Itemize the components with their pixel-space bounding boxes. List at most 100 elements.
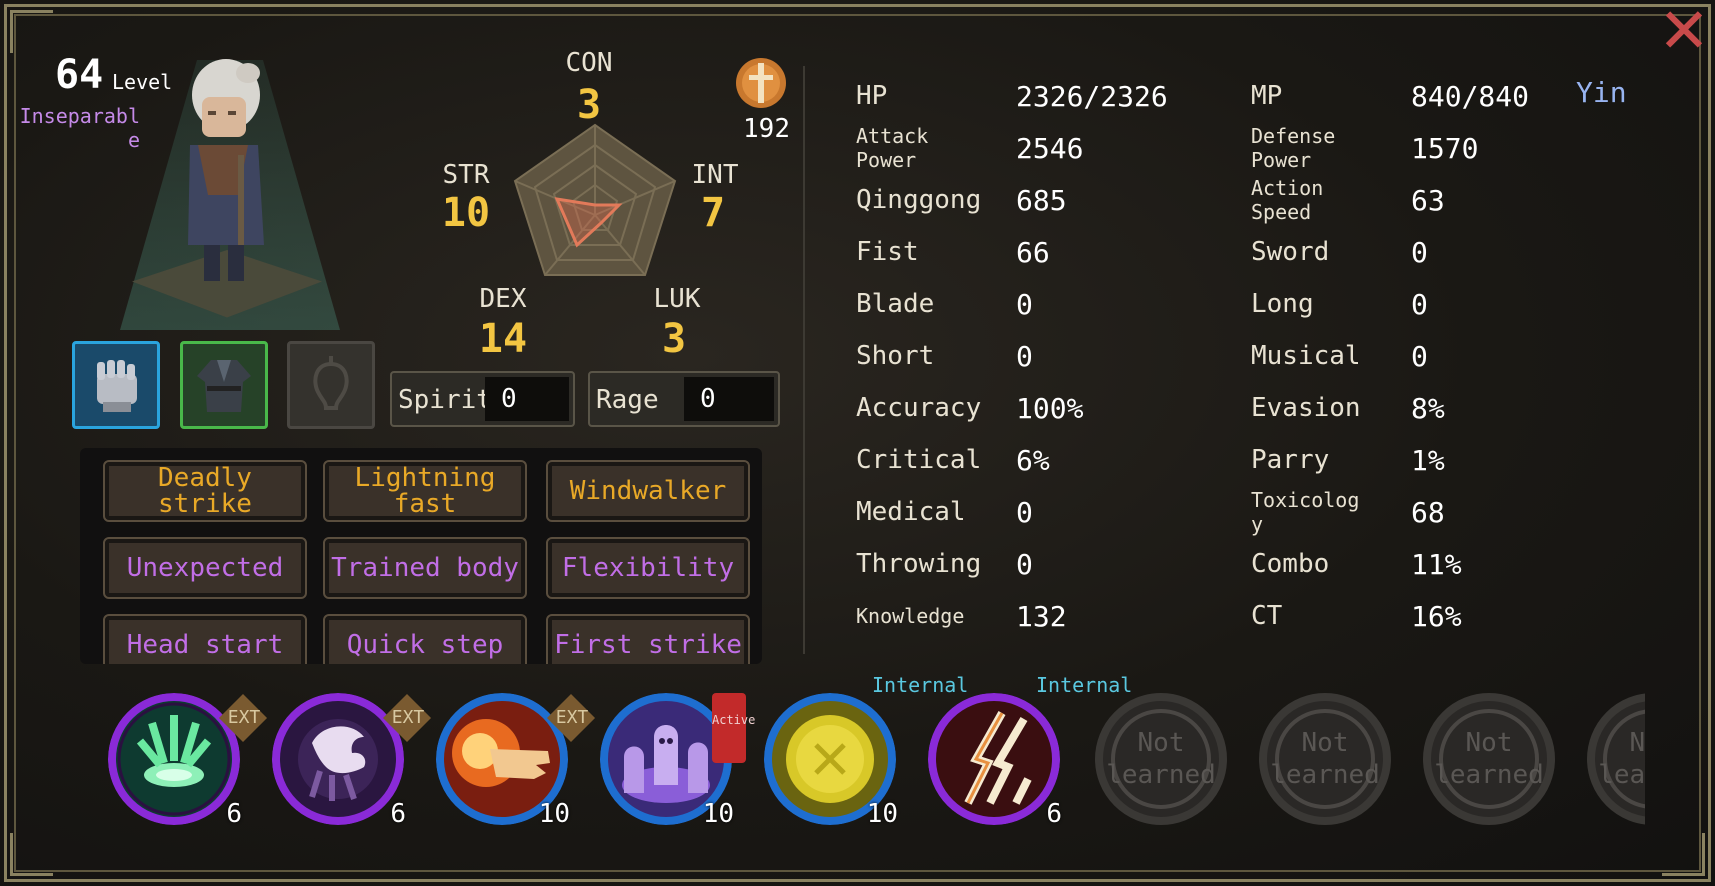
stat-value-musical: 0 (1411, 340, 1428, 373)
stat-value-blade: 0 (1016, 288, 1033, 321)
skill-slot-empty-partial: Not learned (1587, 693, 1645, 833)
character-level: 64 (55, 52, 104, 98)
skill-level: 6 (1046, 799, 1062, 829)
skill-slot-6[interactable]: Internal 6 (928, 673, 1132, 829)
level-label: Level (112, 70, 173, 94)
stat-label-blade: Blade (856, 289, 935, 319)
stat-value-toxicology: 68 (1411, 496, 1445, 529)
rage-value: 0 (684, 377, 774, 421)
trait-windwalker[interactable]: Windwalker (546, 460, 750, 522)
skill-slot-2[interactable]: EXT 6 (272, 693, 432, 829)
stat-value-evasion: 8% (1411, 392, 1445, 425)
internal-badge: Internal (872, 673, 969, 697)
stat-value-medical: 0 (1016, 496, 1033, 529)
stat-label-sword: Sword (1251, 237, 1330, 267)
stat-value-defense-power: 1570 (1411, 132, 1479, 165)
attribute-radar-chart (513, 123, 677, 276)
stat-value-critical: 6% (1016, 444, 1050, 477)
stat-value-short: 0 (1016, 340, 1033, 373)
stat-label-musical: Musical (1251, 341, 1361, 371)
stat-value-attack-power: 2546 (1016, 132, 1084, 165)
stat-label-qinggong: Qinggong (856, 185, 982, 215)
trait-first-strike[interactable]: First strike (546, 614, 750, 664)
stat-luk-value: 3 (661, 316, 687, 362)
stat-value-throwing: 0 (1016, 548, 1033, 581)
ext-badge: EXT (218, 693, 270, 745)
rage-label: Rage (596, 385, 659, 415)
stat-value-parry: 1% (1411, 444, 1445, 477)
stat-label-medical: Medical (856, 497, 966, 527)
stat-con-label: CON (565, 48, 613, 78)
skill-slot-empty[interactable]: Not learned (1259, 693, 1391, 825)
trait-lightning-fast[interactable]: Lightning fast (323, 460, 527, 522)
stat-label-knowledge: Knowledge (856, 604, 965, 628)
skill-level: 10 (702, 799, 734, 829)
stat-label-attack-power: Attack Power (856, 124, 929, 172)
stat-value-long: 0 (1411, 288, 1428, 321)
skill-slot-empty[interactable]: Not learned (1587, 693, 1645, 825)
ext-badge: EXT (546, 693, 598, 745)
stat-label-parry: Parry (1251, 445, 1330, 475)
spirit-value: 0 (485, 377, 569, 421)
traits-panel: Deadly strike Lightning fast Windwalker … (80, 448, 762, 664)
trait-flexibility[interactable]: Flexibility (546, 537, 750, 599)
skill-level: 6 (390, 799, 406, 829)
stat-value-action-speed: 63 (1411, 184, 1445, 217)
spirit-label: Spirit (398, 385, 492, 415)
stat-label-toxicology: Toxicology (1251, 488, 1360, 536)
skill-level: 10 (538, 799, 570, 829)
stat-value-fist: 66 (1016, 236, 1050, 269)
stat-value-combo: 11% (1411, 548, 1462, 581)
skill-slot-1[interactable]: EXT 6 (108, 693, 268, 829)
skill-slot-5[interactable]: Internal 10 (764, 673, 968, 829)
stat-label-long: Long (1251, 289, 1314, 319)
trait-deadly-strike[interactable]: Deadly strike (103, 460, 307, 522)
equip-slot-accessory[interactable] (287, 341, 375, 429)
stat-label-defense-power: Defense Power (1251, 124, 1336, 172)
equip-slot-gloves[interactable] (72, 341, 160, 429)
stat-label-accuracy: Accuracy (856, 393, 982, 423)
stat-value-ct: 16% (1411, 600, 1462, 633)
stat-label-action-speed: Action Speed (1251, 176, 1324, 224)
stat-value-hp: 2326/2326 (1016, 80, 1168, 113)
character-portrait[interactable] (168, 55, 278, 295)
emblem-value: 192 (743, 114, 790, 144)
stat-value-accuracy: 100% (1016, 392, 1084, 425)
corner-ornament (10, 10, 53, 53)
internal-badge: Internal (1036, 673, 1133, 697)
ext-badge: EXT (382, 693, 434, 745)
sword-emblem-icon (736, 58, 786, 108)
stat-label-ct: CT (1251, 601, 1283, 631)
stat-label-mp: MP (1251, 81, 1283, 111)
trait-trained-body[interactable]: Trained body (323, 537, 527, 599)
trait-quick-step[interactable]: Quick step (323, 614, 527, 664)
stat-str-value: 10 (441, 190, 491, 236)
stat-value-sword: 0 (1411, 236, 1428, 269)
trait-unexpected[interactable]: Unexpected (103, 537, 307, 599)
skill-slot-empty[interactable]: Not learned (1423, 693, 1555, 825)
active-badge: Active (712, 693, 755, 763)
stat-label-short: Short (856, 341, 935, 371)
stat-dex-value: 14 (478, 316, 528, 362)
stat-value-qinggong: 685 (1016, 184, 1067, 217)
skill-level: 6 (226, 799, 242, 829)
stat-label-throwing: Throwing (856, 549, 982, 579)
close-button[interactable]: ✕ (1653, 0, 1715, 62)
stat-label-evasion: Evasion (1251, 393, 1361, 423)
accessory-empty-icon (313, 356, 349, 410)
stat-str-label: STR (442, 160, 490, 190)
stat-value-knowledge: 132 (1016, 600, 1067, 633)
panel-divider (803, 66, 805, 654)
skill-slot-empty[interactable]: Not learned (1095, 693, 1227, 825)
character-window: ✕ 64 Level Inseparable CON 3 STR 10 INT … (0, 0, 1715, 886)
close-x-icon: ✕ (1658, 0, 1710, 67)
character-title: Inseparable (19, 104, 140, 152)
corner-ornament (1662, 833, 1705, 876)
skill-slot-3[interactable]: EXT 10 (436, 693, 596, 829)
stat-value-mp: 840/840 (1411, 80, 1530, 113)
stat-label-fist: Fist (856, 237, 919, 267)
equip-slot-armor[interactable] (180, 341, 268, 429)
trait-head-start[interactable]: Head start (103, 614, 307, 664)
skill-slot-4[interactable]: Active 10 (600, 693, 755, 829)
stat-label-combo: Combo (1251, 549, 1330, 579)
